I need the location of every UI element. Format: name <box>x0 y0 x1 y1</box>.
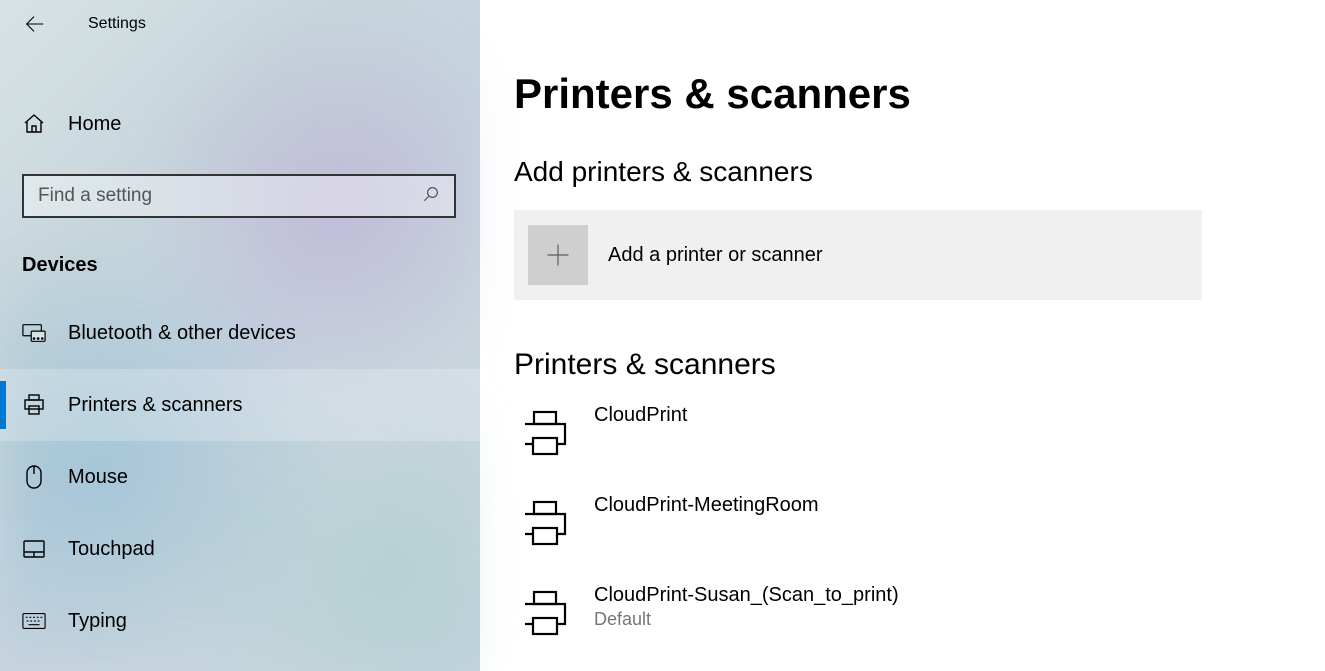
sidebar-item-touchpad[interactable]: Touchpad <box>0 513 480 585</box>
sidebar-item-bluetooth[interactable]: Bluetooth & other devices <box>0 297 480 369</box>
devices-icon <box>22 321 46 345</box>
home-label: Home <box>68 113 121 136</box>
printer-icon <box>518 496 572 550</box>
printer-item[interactable]: CloudPrint-Susan_(Scan_to_print) Default <box>514 580 1295 652</box>
printer-name: CloudPrint-Susan_(Scan_to_print) <box>594 584 899 607</box>
search-icon <box>422 185 440 208</box>
printer-item[interactable]: CloudPrint-MeetingRoom <box>514 490 1295 562</box>
sidebar: Settings Home Devices <box>0 0 480 671</box>
plus-icon <box>528 225 588 285</box>
list-section-title: Printers & scanners <box>514 348 1295 382</box>
sidebar-item-home[interactable]: Home <box>0 88 480 160</box>
add-printer-label: Add a printer or scanner <box>608 244 823 267</box>
touchpad-icon <box>22 537 46 561</box>
main-content: Printers & scanners Add printers & scann… <box>480 0 1325 671</box>
printer-icon <box>518 406 572 460</box>
mouse-icon <box>22 465 46 489</box>
sidebar-item-label: Mouse <box>68 466 128 489</box>
app-title: Settings <box>88 15 146 33</box>
add-section-title: Add printers & scanners <box>514 156 1295 188</box>
add-printer-button[interactable]: Add a printer or scanner <box>514 210 1202 300</box>
printer-icon <box>22 393 46 417</box>
sidebar-item-label: Printers & scanners <box>68 394 243 417</box>
arrow-left-icon <box>23 13 45 35</box>
back-button[interactable] <box>22 12 46 36</box>
keyboard-icon <box>22 609 46 633</box>
home-icon <box>22 112 46 136</box>
sidebar-item-typing[interactable]: Typing <box>0 585 480 657</box>
search-box[interactable] <box>22 174 456 218</box>
printer-icon <box>518 586 572 640</box>
printer-status: Default <box>594 609 899 630</box>
sidebar-item-label: Bluetooth & other devices <box>68 322 296 345</box>
page-title: Printers & scanners <box>514 70 1295 118</box>
sidebar-item-mouse[interactable]: Mouse <box>0 441 480 513</box>
search-container <box>22 174 458 218</box>
printer-item[interactable]: CloudPrint <box>514 400 1295 472</box>
header: Settings <box>0 0 480 46</box>
printer-name: CloudPrint <box>594 404 687 427</box>
sidebar-item-label: Typing <box>68 610 127 633</box>
sidebar-item-printers[interactable]: Printers & scanners <box>0 369 480 441</box>
search-input[interactable] <box>38 185 422 207</box>
printer-name: CloudPrint-MeetingRoom <box>594 494 819 517</box>
sidebar-item-label: Touchpad <box>68 538 155 561</box>
sidebar-section-title: Devices <box>0 218 480 297</box>
